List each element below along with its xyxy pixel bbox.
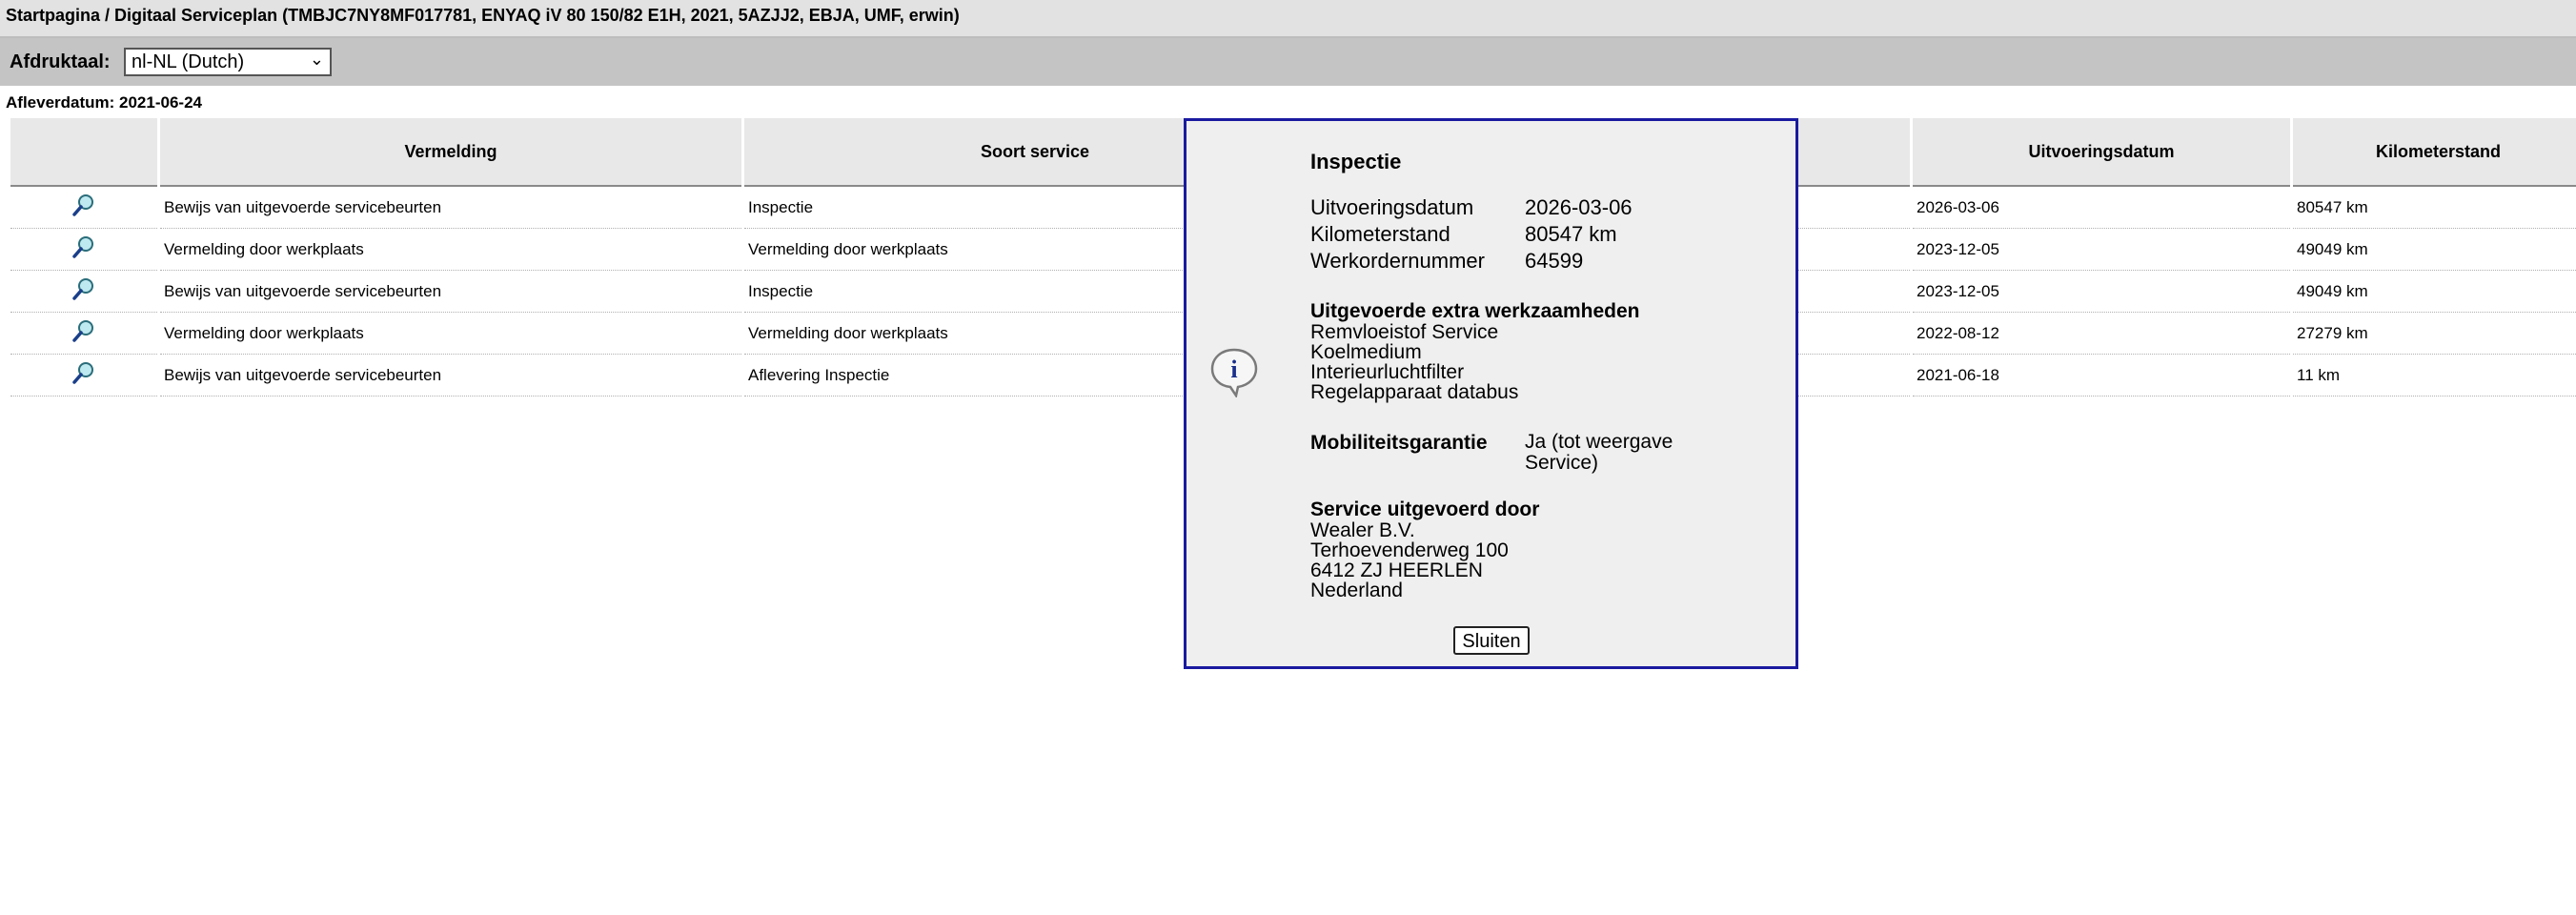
info-bubble-icon: i — [1210, 348, 1258, 397]
row-detail-cell — [10, 355, 157, 396]
extra-work-item: Remvloeistof Service — [1310, 321, 1499, 343]
cell-vermelding: Bewijs van uitgevoerde servicebeurten — [160, 187, 741, 229]
col-header-kilometerstand[interactable]: Kilometerstand — [2293, 118, 2576, 187]
field-value: 2026-03-06 — [1525, 195, 1633, 219]
field-werkordernummer: Werkordernummer 64599 — [1310, 249, 1583, 274]
mobility-value: Ja (tot weergave Service) — [1525, 431, 1673, 474]
address-line: 6412 ZJ HEERLEN — [1310, 559, 1483, 581]
service-detail-dialog: i Inspectie Uitvoeringsdatum 2026-03-06 K… — [1184, 118, 1798, 669]
cell-kilometerstand: 11 km — [2293, 355, 2576, 396]
col-header-vermelding[interactable]: Vermelding — [160, 118, 741, 187]
field-label: Werkordernummer — [1310, 249, 1485, 273]
row-detail-cell — [10, 229, 157, 271]
cell-uitvoeringsdatum: 2023-12-05 — [1913, 229, 2290, 271]
cell-kilometerstand: 27279 km — [2293, 313, 2576, 355]
magnifier-icon[interactable] — [71, 318, 96, 343]
language-label: Afdruktaal: — [10, 51, 111, 72]
delivery-date: Afleverdatum: 2021-06-24 — [6, 93, 202, 112]
svg-text:i: i — [1230, 356, 1237, 383]
field-value: 64599 — [1525, 249, 1584, 273]
magnifier-icon[interactable] — [71, 193, 96, 217]
extra-work-item: Regelapparaat databus — [1310, 381, 1519, 403]
extra-work-item: Interieurluchtfilter — [1310, 361, 1465, 383]
field-label: Kilometerstand — [1310, 222, 1450, 246]
service-provider-address: Wealer B.V. Terhoevenderweg 100 6412 ZJ … — [1310, 520, 1509, 600]
extra-work-title: Uitgevoerde extra werkzaamheden — [1310, 300, 1640, 322]
dialog-title: Inspectie — [1310, 150, 1402, 173]
cell-vermelding: Bewijs van uitgevoerde servicebeurten — [160, 355, 741, 396]
cell-kilometerstand: 49049 km — [2293, 271, 2576, 313]
extra-work-item: Koelmedium — [1310, 341, 1422, 363]
service-provider-title: Service uitgevoerd door — [1310, 498, 1540, 520]
cell-uitvoeringsdatum: 2023-12-05 — [1913, 271, 2290, 313]
cell-uitvoeringsdatum: 2026-03-06 — [1913, 187, 2290, 229]
cell-kilometerstand: 80547 km — [2293, 187, 2576, 229]
cell-vermelding: Vermelding door werkplaats — [160, 313, 741, 355]
mobility-label: Mobiliteitsgarantie — [1310, 432, 1488, 454]
field-kilometerstand: Kilometerstand 80547 km — [1310, 222, 1617, 247]
cell-uitvoeringsdatum: 2022-08-12 — [1913, 313, 2290, 355]
field-uitvoeringsdatum: Uitvoeringsdatum 2026-03-06 — [1310, 195, 1633, 220]
language-bar: Afdruktaal: nl-NL (Dutch) ⌄ — [0, 38, 2576, 86]
col-header-icon — [10, 118, 157, 187]
row-detail-cell — [10, 313, 157, 355]
cell-uitvoeringsdatum: 2021-06-18 — [1913, 355, 2290, 396]
title-bar: Startpagina / Digitaal Serviceplan (TMBJ… — [0, 0, 2576, 38]
magnifier-icon[interactable] — [71, 234, 96, 259]
magnifier-icon[interactable] — [71, 276, 96, 301]
row-detail-cell — [10, 271, 157, 313]
address-line: Terhoevenderweg 100 — [1310, 539, 1509, 561]
language-select[interactable]: nl-NL (Dutch) ⌄ — [124, 48, 332, 76]
row-detail-cell — [10, 187, 157, 229]
cell-vermelding: Vermelding door werkplaats — [160, 229, 741, 271]
cell-kilometerstand: 49049 km — [2293, 229, 2576, 271]
col-header-uitvoeringsdatum[interactable]: Uitvoeringsdatum — [1913, 118, 2290, 187]
field-value: 80547 km — [1525, 222, 1617, 246]
close-button[interactable]: Sluiten — [1453, 626, 1530, 655]
breadcrumb: Startpagina / Digitaal Serviceplan (TMBJ… — [6, 6, 960, 25]
extra-work-list: Remvloeistof Service Koelmedium Interieu… — [1310, 322, 1518, 402]
field-label: Uitvoeringsdatum — [1310, 195, 1474, 219]
address-line: Wealer B.V. — [1310, 519, 1415, 541]
address-line: Nederland — [1310, 580, 1403, 601]
chevron-down-icon: ⌄ — [309, 50, 324, 69]
language-select-value: nl-NL (Dutch) — [132, 51, 245, 72]
cell-vermelding: Bewijs van uitgevoerde servicebeurten — [160, 271, 741, 313]
magnifier-icon[interactable] — [71, 360, 96, 385]
